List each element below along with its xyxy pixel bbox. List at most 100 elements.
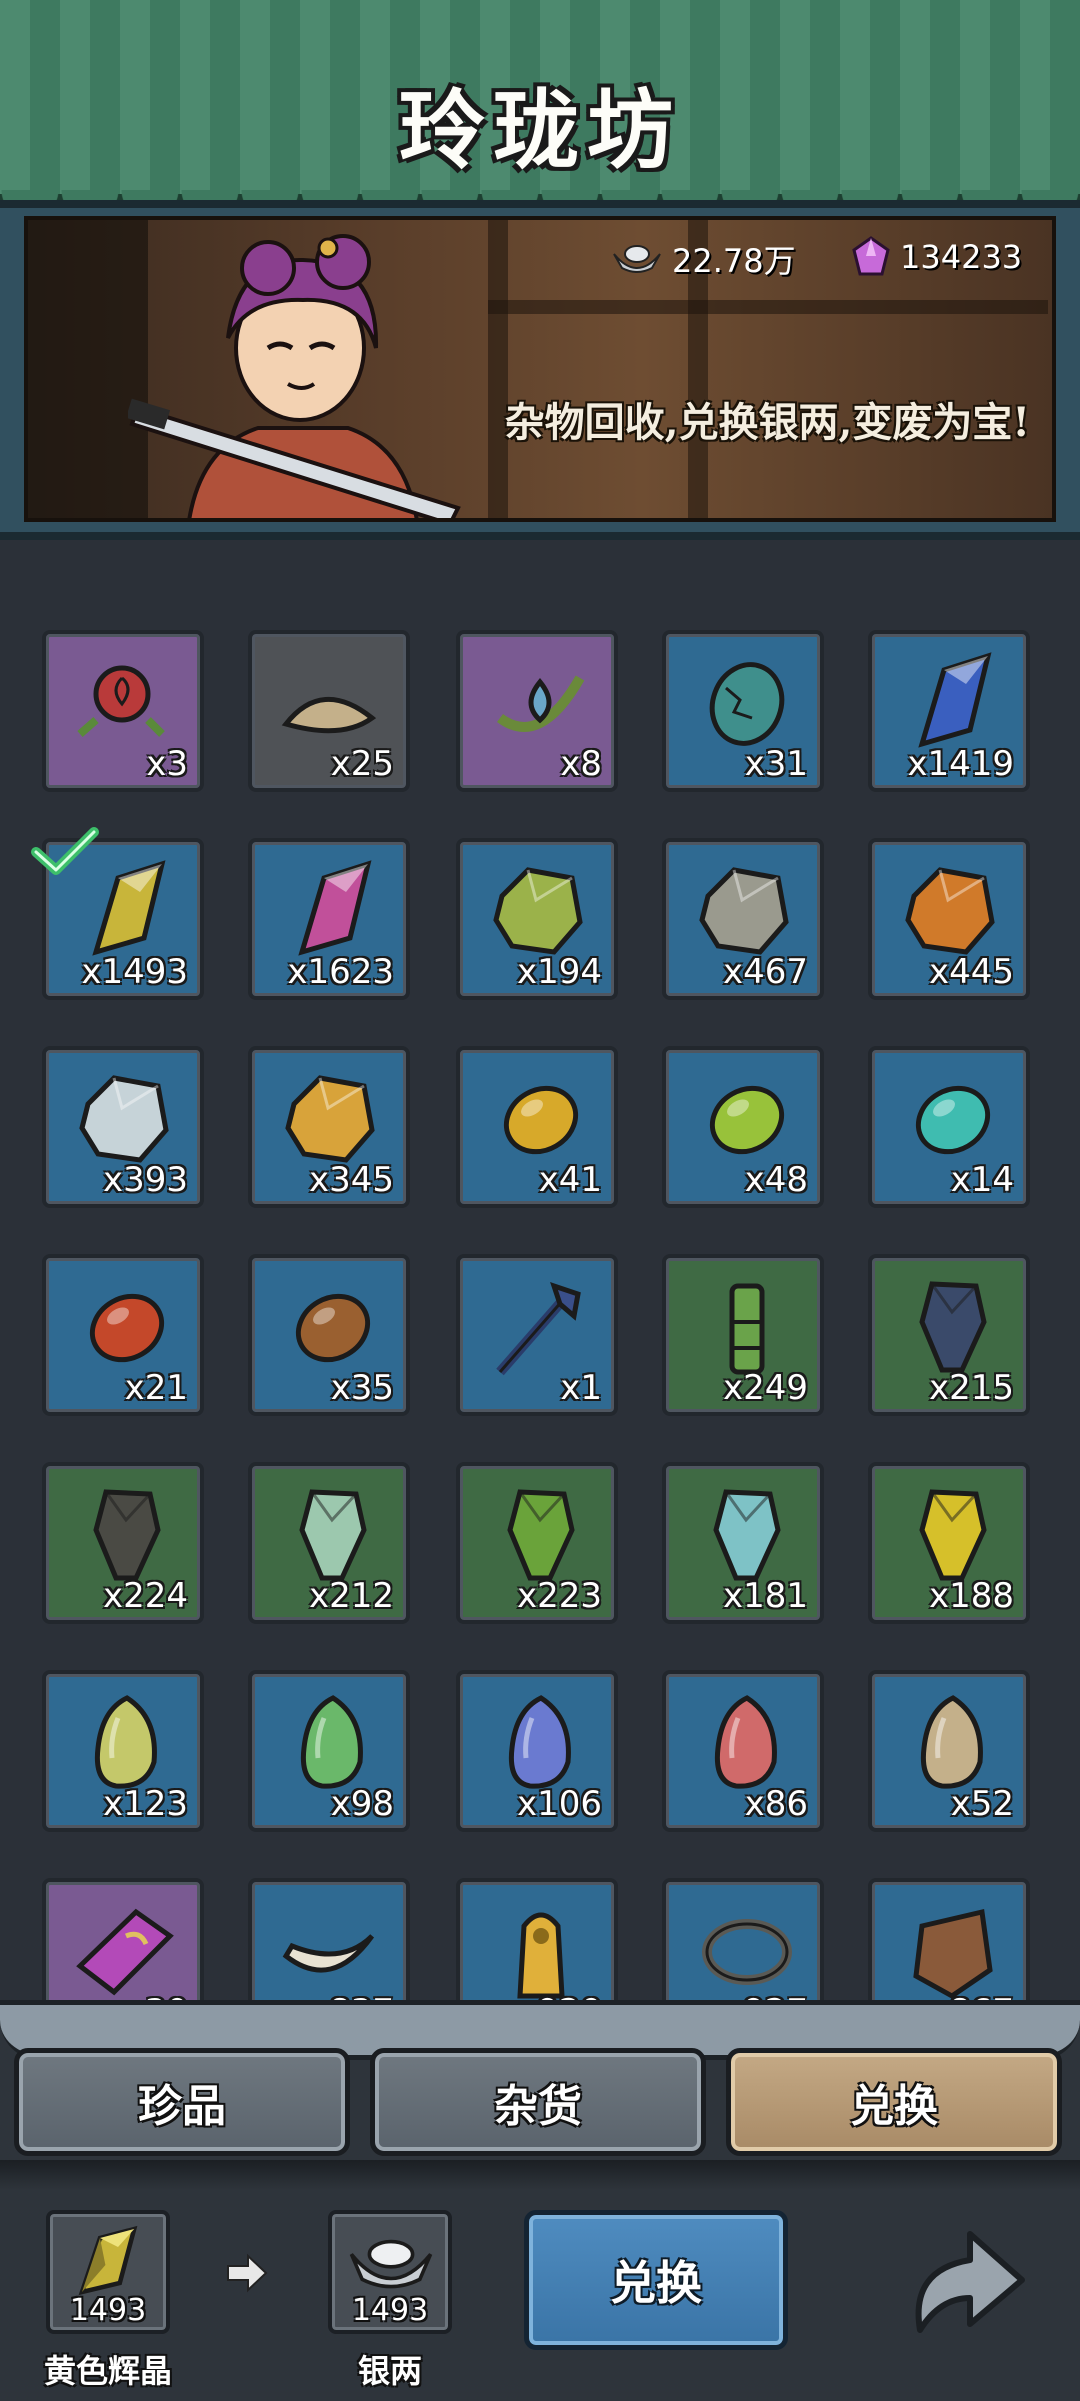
item-slot[interactable]: x86 [662,1670,824,1832]
item-qty: x31 [744,744,808,784]
item-qty: x86 [744,1784,808,1824]
item-qty: x14 [950,1160,1014,1200]
item-slot[interactable]: x445 [868,838,1030,1000]
item-slot[interactable]: x181 [662,1462,824,1624]
shelf-post [488,220,508,518]
blue-crystal-icon [918,652,992,748]
cyan-stone-icon [713,1489,781,1581]
brush-stroke-divider [0,2160,1080,2190]
item-slot[interactable]: x194 [456,838,618,1000]
item-qty: x35 [330,1368,394,1408]
exchange-button[interactable]: 兑换 [524,2210,788,2350]
gold-pebble-icon [503,1085,579,1155]
item-qty: x467 [722,952,808,992]
red-gem-icon [714,1695,777,1789]
item-slot[interactable]: x867 [868,1878,1030,2020]
item-slot[interactable]: x52 [868,1670,1030,1832]
item-slot[interactable]: x30 [42,1878,204,2020]
item-qty: x212 [308,1576,394,1616]
item-slot[interactable]: x188 [868,1462,1030,1624]
item-slot[interactable]: x215 [868,1254,1030,1416]
green-ore-icon [493,867,583,955]
item-slot[interactable]: x21 [42,1254,204,1416]
item-qty: x1 [560,1368,602,1408]
green-gem-icon [300,1695,363,1789]
silver-ingot-icon [613,245,661,273]
horn-icon [282,1934,375,1973]
source-qty: 1493 [69,2293,147,2328]
item-slot[interactable]: x1623 [248,838,410,1000]
black-stone-icon [93,1489,161,1581]
yellow-stone-icon [919,1489,987,1581]
bamboo-icon [729,1283,765,1375]
shelf-board [488,300,1048,314]
item-qty: x123 [102,1784,188,1824]
item-qty: x3 [146,744,188,784]
return-arrow-icon[interactable] [900,2220,1030,2340]
tab-exchange[interactable]: 兑换 [726,2048,1062,2156]
tab-sundries[interactable]: 杂货 [370,2048,706,2156]
purple-gem-icon [852,236,890,276]
item-slot[interactable]: x249 [662,1254,824,1416]
item-slot[interactable]: x223 [456,1462,618,1624]
item-qty: x223 [516,1576,602,1616]
lime-pebble-icon [709,1085,785,1155]
mace-icon [496,1282,581,1376]
item-qty: x8 [560,744,602,784]
item-slot[interactable]: x224 [42,1462,204,1624]
selected-check-icon [31,827,99,875]
tan-gem-icon [920,1695,983,1789]
item-slot[interactable]: x1419 [868,630,1030,792]
purple-scroll-icon [76,1908,174,1996]
gray-ore-icon [699,867,789,955]
item-qty: x181 [722,1576,808,1616]
dark-blue-stone-icon [919,1281,987,1373]
item-slot[interactable]: x41 [456,1046,618,1208]
item-qty: x393 [102,1160,188,1200]
cracked-egg-icon [709,662,785,746]
item-slot[interactable]: x3 [42,630,204,792]
silver-currency: 22.78万 [612,236,796,282]
item-slot[interactable]: x25 [248,630,410,792]
exchange-source-slot[interactable]: 1493 [46,2210,170,2334]
item-slot[interactable]: x467 [662,838,824,1000]
source-label: 黄色辉晶 [43,2352,172,2390]
item-slot[interactable]: x48 [662,1046,824,1208]
item-slot[interactable]: x123 [42,1670,204,1832]
target-label: 银两 [357,2352,422,2390]
item-slot[interactable]: x837 [248,1878,410,2020]
item-slot[interactable]: x98 [248,1670,410,1832]
green-stone-icon [507,1489,575,1581]
item-qty: x445 [928,952,1014,992]
item-slot[interactable]: x1 [456,1254,618,1416]
cloth-pouch-icon [281,696,377,734]
exchange-target-slot: 1493 [328,2210,452,2334]
leather-scrap-icon [913,1908,993,1999]
item-qty: x25 [330,744,394,784]
yellow-green-gem-icon [94,1695,157,1789]
rose-icon [77,665,165,738]
item-slot[interactable]: x14 [868,1046,1030,1208]
tab-treasures[interactable]: 珍品 [14,2048,350,2156]
page-title: 玲珑坊 [399,80,681,181]
item-qty: x345 [308,1160,394,1200]
shop-banner: 22.78万 134233 杂物回收,兑换银两,变废为宝! [24,216,1056,522]
item-slot[interactable]: x212 [248,1462,410,1624]
item-qty: x52 [950,1784,1014,1824]
leaf-dewdrop-icon [497,675,585,732]
orange-ore-icon [905,867,995,955]
item-slot[interactable]: x345 [248,1046,410,1208]
item-slot[interactable]: x106 [456,1670,618,1832]
item-slot[interactable]: x35 [248,1254,410,1416]
item-slot[interactable]: x393 [42,1046,204,1208]
gem-currency: 134233 [852,236,1022,278]
silver-amount: 22.78万 [672,242,796,280]
item-qty: x98 [330,1784,394,1824]
pink-crystal-icon [298,860,372,956]
item-slot[interactable]: x31 [662,630,824,792]
item-qty: x48 [744,1160,808,1200]
item-slot[interactable]: x8 [456,630,618,792]
item-slot[interactable]: x920 [456,1878,618,2020]
item-slot[interactable]: x927 [662,1878,824,2020]
banner-slogan: 杂物回收,兑换银两,变废为宝! [504,399,1030,446]
